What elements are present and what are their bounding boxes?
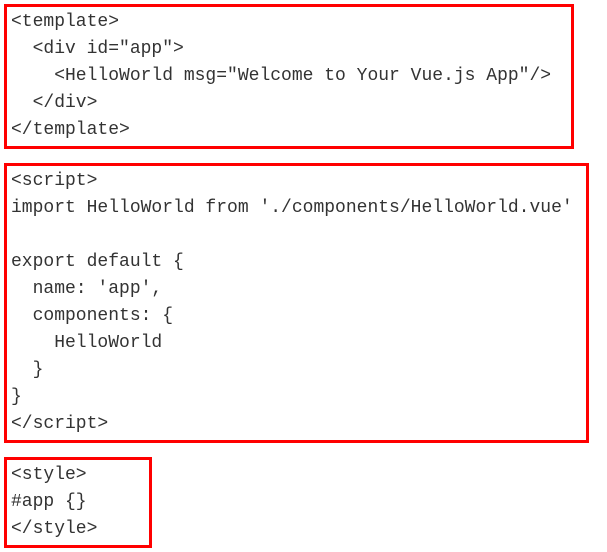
code-block-template: <template> <div id="app"> <HelloWorld ms… xyxy=(4,4,574,149)
code-block-script: <script> import HelloWorld from './compo… xyxy=(4,163,589,443)
code-block-style: <style> #app {} </style> xyxy=(4,457,152,548)
